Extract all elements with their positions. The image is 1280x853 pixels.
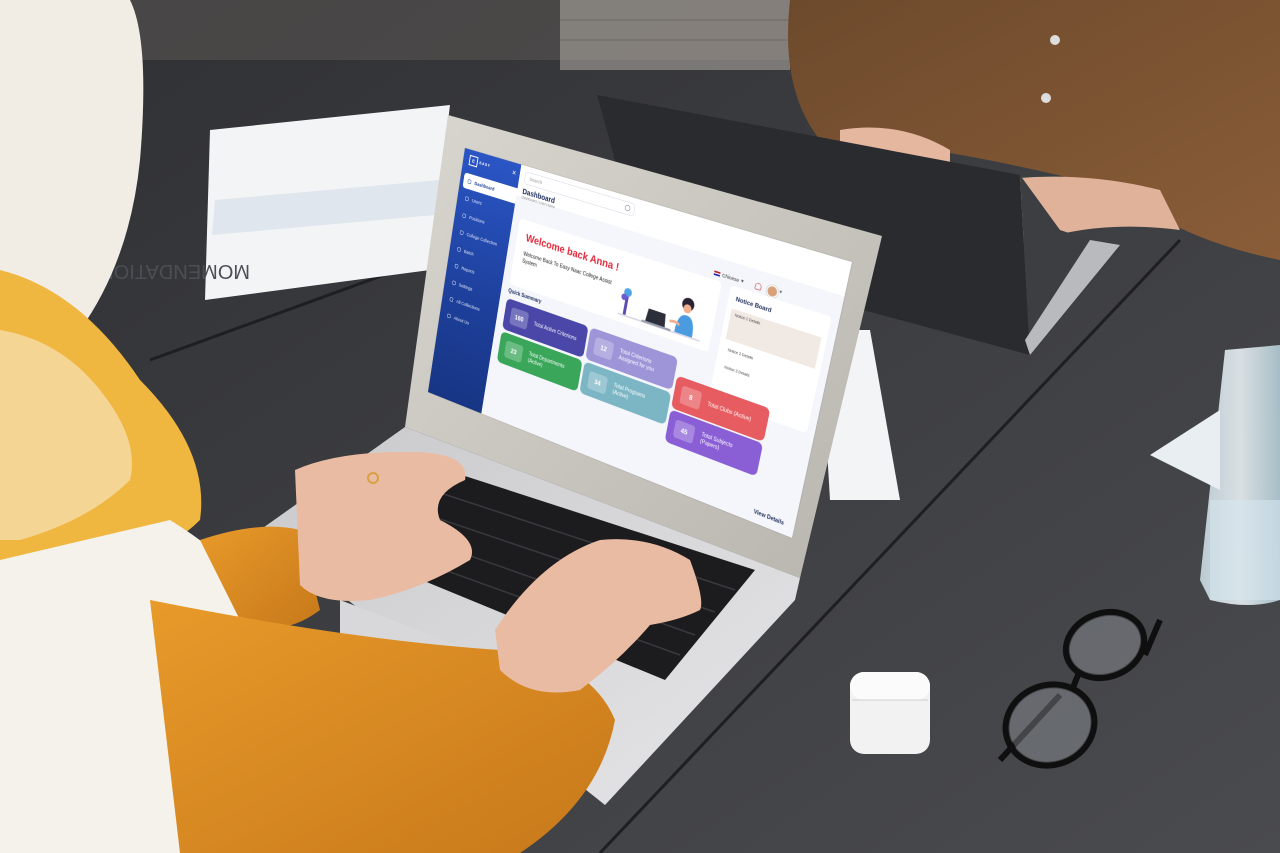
chevron-down-icon[interactable]: ▾ [779, 289, 783, 296]
sidebar-item-label: Reports [461, 265, 475, 275]
summary-card-label: Total Subjects (Papers) [699, 431, 734, 452]
layers-icon [457, 246, 462, 253]
search-placeholder: Search [529, 176, 543, 186]
summary-card-label: Total Clubs (Active) [706, 400, 752, 423]
list-icon [449, 296, 454, 302]
summary-card-value: 45 [672, 419, 696, 445]
grid-icon [467, 179, 472, 185]
summary-card-value: 160 [509, 306, 530, 331]
sidebar-item-label: About Us [453, 315, 470, 326]
woman-at-laptop-illustration [617, 287, 700, 342]
flag-icon [713, 270, 721, 277]
chevron-down-icon: ▾ [740, 277, 745, 285]
notification-bell-icon[interactable] [754, 282, 763, 291]
brand-name: EASY [479, 160, 491, 169]
sidebar-item-label: Users [471, 197, 483, 206]
info-icon [447, 313, 451, 319]
summary-card-label: Total Active Criterions [533, 320, 577, 342]
briefcase-icon [462, 213, 467, 219]
summary-card-label: Total Criterions Assigned for you [618, 348, 655, 373]
summary-card-label: Total Departments (Active) [527, 351, 565, 370]
logo-icon: E [468, 154, 479, 168]
view-details-link[interactable]: View Details [753, 509, 784, 527]
gear-icon [452, 280, 456, 286]
sidebar-item-label: College Collection [466, 231, 498, 247]
summary-card-value: 8 [679, 385, 703, 411]
sidebar-item-label: Batch [463, 248, 474, 257]
sidebar-item-label: Settings [458, 282, 473, 292]
language-label: Chi̇nese [721, 272, 740, 283]
summary-card-value: 12 [592, 336, 615, 361]
search-icon[interactable] [624, 204, 631, 212]
sidebar-item-label: All Collections [455, 298, 481, 313]
close-icon[interactable]: ✕ [511, 168, 517, 177]
folder-icon [459, 230, 464, 236]
brand-logo: E EASY [468, 154, 492, 171]
sidebar-item-label: Dashboard [474, 180, 495, 192]
summary-card-label: Total Programs (Active) [611, 382, 646, 401]
summary-card-value: 34 [586, 370, 609, 395]
sidebar-item-label: Positions [468, 214, 485, 225]
chart-icon [454, 263, 459, 269]
summary-card-value: 23 [503, 340, 524, 364]
user-icon [464, 196, 469, 202]
